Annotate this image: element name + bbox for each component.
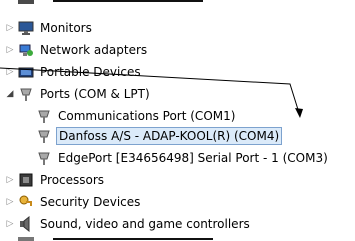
tree-item-danfoss-com4[interactable]: Danfoss A/S - ADAP-KOOL(R) (COM4) [33, 126, 283, 146]
network-adapter-icon [18, 42, 34, 58]
expand-arrow-icon[interactable]: ▷ [5, 192, 15, 212]
security-devices-icon [18, 194, 34, 210]
tree-item-monitors[interactable]: ▷ Monitors [5, 18, 94, 38]
portable-devices-icon [18, 64, 34, 80]
tree-item-label: Portable Devices [40, 65, 141, 79]
port-icon [36, 128, 52, 144]
tree-item-edgeport-com3[interactable]: EdgePort [E34656498] Serial Port - 1 (CO… [33, 148, 330, 168]
tree-item-ports[interactable]: ◢ Ports (COM & LPT) [5, 84, 152, 104]
expand-arrow-icon[interactable]: ▷ [5, 170, 15, 190]
collapse-arrow-icon[interactable]: ◢ [5, 84, 15, 104]
tree-item-processors[interactable]: ▷ Processors [5, 170, 106, 190]
clipped-row-top [18, 0, 218, 8]
port-icon [18, 86, 34, 102]
tree-item-label: Security Devices [40, 195, 141, 209]
speaker-icon [18, 215, 34, 233]
processor-icon [18, 172, 34, 188]
tree-item-label: Monitors [40, 21, 92, 35]
expand-arrow-icon[interactable]: ▷ [5, 214, 15, 234]
expand-arrow-icon[interactable]: ▷ [5, 18, 15, 38]
tree-item-com1[interactable]: Communications Port (COM1) [33, 106, 237, 126]
tree-item-sound-video[interactable]: ▷ Sound, video and game controllers [5, 214, 252, 234]
port-icon [36, 150, 52, 166]
port-icon [36, 108, 52, 124]
tree-item-label: Network adapters [40, 43, 148, 57]
monitor-icon [18, 20, 34, 36]
device-manager-tree: ▷ Monitors ▷ Network adapters ▷ Portable… [0, 0, 355, 241]
tree-item-label: EdgePort [E34656498] Serial Port - 1 (CO… [58, 151, 328, 165]
expand-arrow-icon[interactable]: ▷ [5, 62, 15, 82]
tree-item-portable-devices[interactable]: ▷ Portable Devices [5, 62, 143, 82]
tree-item-label: Danfoss A/S - ADAP-KOOL(R) (COM4) [56, 127, 283, 145]
tree-item-security-devices[interactable]: ▷ Security Devices [5, 192, 142, 212]
clipped-row-bottom [18, 235, 218, 241]
tree-item-network-adapters[interactable]: ▷ Network adapters [5, 40, 149, 60]
tree-item-label: Communications Port (COM1) [58, 109, 236, 123]
tree-item-label: Ports (COM & LPT) [40, 87, 150, 101]
tree-item-label: Processors [40, 173, 105, 187]
expand-arrow-icon[interactable]: ▷ [5, 40, 15, 60]
tree-item-label: Sound, video and game controllers [40, 217, 250, 231]
